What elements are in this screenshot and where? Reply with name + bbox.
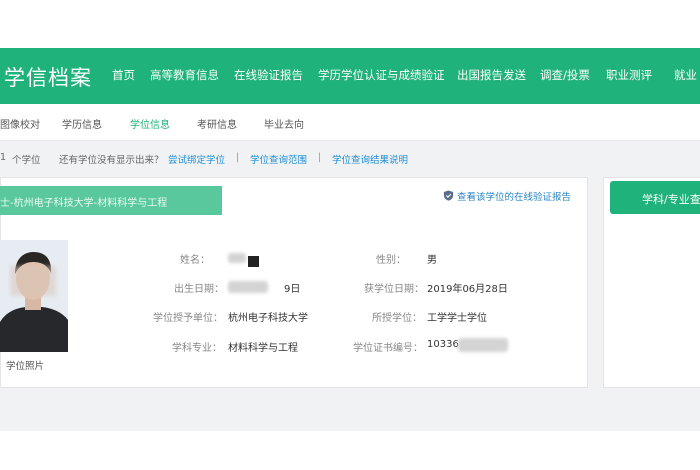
- degree-type-value: 工学学士学位: [427, 313, 487, 324]
- subnav-graduate-destination[interactable]: 毕业去向: [264, 116, 304, 131]
- award-date-value: 2019年06月28日: [427, 284, 508, 295]
- certificate-number-label: 学位证书编号：: [353, 343, 423, 354]
- institution-label: 学位授予单位：: [153, 313, 223, 324]
- nav-higher-education[interactable]: 高等教育信息: [150, 67, 219, 83]
- subnav-exam-info[interactable]: 考研信息: [197, 116, 237, 131]
- name-label: 姓名：: [180, 255, 210, 266]
- gender-value: 男: [427, 255, 437, 266]
- sub-nav: 图像校对 学历信息 学位信息 考研信息 毕业去向: [0, 104, 700, 141]
- nav-overseas-report[interactable]: 出国报告发送: [457, 67, 526, 83]
- institution-value: 杭州电子科技大学: [228, 313, 308, 324]
- online-verify-report-link[interactable]: 查看该学位的在线验证报告: [457, 189, 571, 203]
- major-label: 学科专业：: [172, 343, 222, 354]
- degree-scope-link[interactable]: 学位查询范围: [250, 152, 307, 166]
- nav-certification[interactable]: 学历学位认证与成绩验证: [318, 67, 445, 83]
- degree-count: 1: [0, 152, 7, 163]
- photo-caption: 学位照片: [6, 361, 45, 372]
- award-date-label: 获学位日期：: [364, 284, 424, 295]
- nav-online-verification[interactable]: 在线验证报告: [234, 67, 303, 83]
- name-redacted: [228, 253, 246, 263]
- missing-degree-question: 还有学位没有显示出来？: [59, 155, 164, 166]
- site-logo[interactable]: 学信档案: [4, 62, 92, 92]
- result-explain-link[interactable]: 学位查询结果说明: [332, 152, 408, 166]
- separator: |: [318, 152, 322, 163]
- degree-type-label: 所授学位：: [372, 313, 422, 324]
- major-query-button[interactable]: 学科/专业查: [610, 181, 700, 214]
- nav-home[interactable]: 首页: [112, 67, 135, 83]
- major-query-label: 学科/专业查: [642, 193, 700, 206]
- dob-value: 9日: [284, 284, 301, 295]
- shield-icon: [443, 190, 454, 201]
- nav-career-test[interactable]: 职业测评: [606, 67, 652, 83]
- top-navbar: 学信档案 首页 高等教育信息 在线验证报告 学历学位认证与成绩验证 出国报告发送…: [0, 48, 700, 104]
- bind-degree-link[interactable]: 尝试绑定学位: [168, 152, 225, 166]
- subnav-degree-info[interactable]: 学位信息: [130, 116, 170, 131]
- dob-redacted: [228, 281, 268, 293]
- major-value: 材料科学与工程: [228, 343, 298, 354]
- dob-label: 出生日期：: [174, 284, 224, 295]
- person-photo-icon: [0, 240, 68, 352]
- nav-employment[interactable]: 就业: [674, 67, 697, 83]
- certificate-number-value: 10336: [427, 339, 459, 350]
- gender-label: 性别：: [376, 255, 406, 266]
- separator: |: [236, 152, 240, 163]
- name-mask: [248, 256, 259, 267]
- subnav-education-info[interactable]: 学历信息: [62, 116, 102, 131]
- nav-survey[interactable]: 调查/投票: [540, 67, 590, 83]
- degree-count-label: 个学位: [12, 155, 41, 166]
- degree-photo: [0, 240, 68, 352]
- degree-title: 士-杭州电子科技大学-材料科学与工程: [0, 198, 168, 209]
- degree-title-banner: 士-杭州电子科技大学-材料科学与工程: [0, 186, 222, 215]
- certificate-number-redacted: [458, 338, 508, 352]
- subnav-image-check[interactable]: 图像校对: [0, 116, 40, 131]
